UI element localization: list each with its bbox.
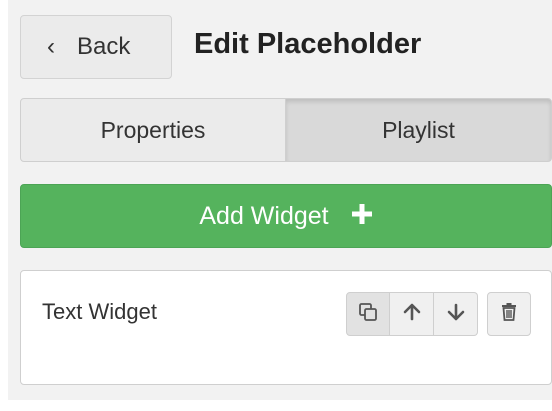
- delete-button[interactable]: [487, 292, 531, 336]
- add-widget-label: Add Widget: [199, 201, 329, 230]
- tab-playlist-label: Playlist: [382, 116, 455, 143]
- plus-icon: [351, 201, 373, 231]
- copy-icon: [358, 302, 378, 327]
- tab-properties-label: Properties: [100, 116, 206, 143]
- widget-action-group: [346, 292, 478, 336]
- copy-button[interactable]: [346, 292, 390, 336]
- move-up-button[interactable]: [390, 292, 434, 336]
- arrow-up-icon: [403, 303, 421, 326]
- move-down-button[interactable]: [434, 292, 478, 336]
- widget-name: Text Widget: [42, 299, 157, 324]
- tab-playlist[interactable]: Playlist: [285, 98, 552, 162]
- back-button[interactable]: ‹ Back: [20, 15, 172, 79]
- add-widget-button[interactable]: Add Widget: [20, 184, 552, 248]
- trash-icon: [500, 302, 518, 327]
- tab-properties[interactable]: Properties: [20, 98, 286, 162]
- arrow-down-icon: [447, 303, 465, 326]
- back-button-label: Back: [77, 33, 131, 60]
- page-title: Edit Placeholder: [194, 28, 422, 60]
- chevron-left-icon: ‹: [47, 33, 55, 60]
- widget-card[interactable]: Text Widget: [20, 270, 552, 385]
